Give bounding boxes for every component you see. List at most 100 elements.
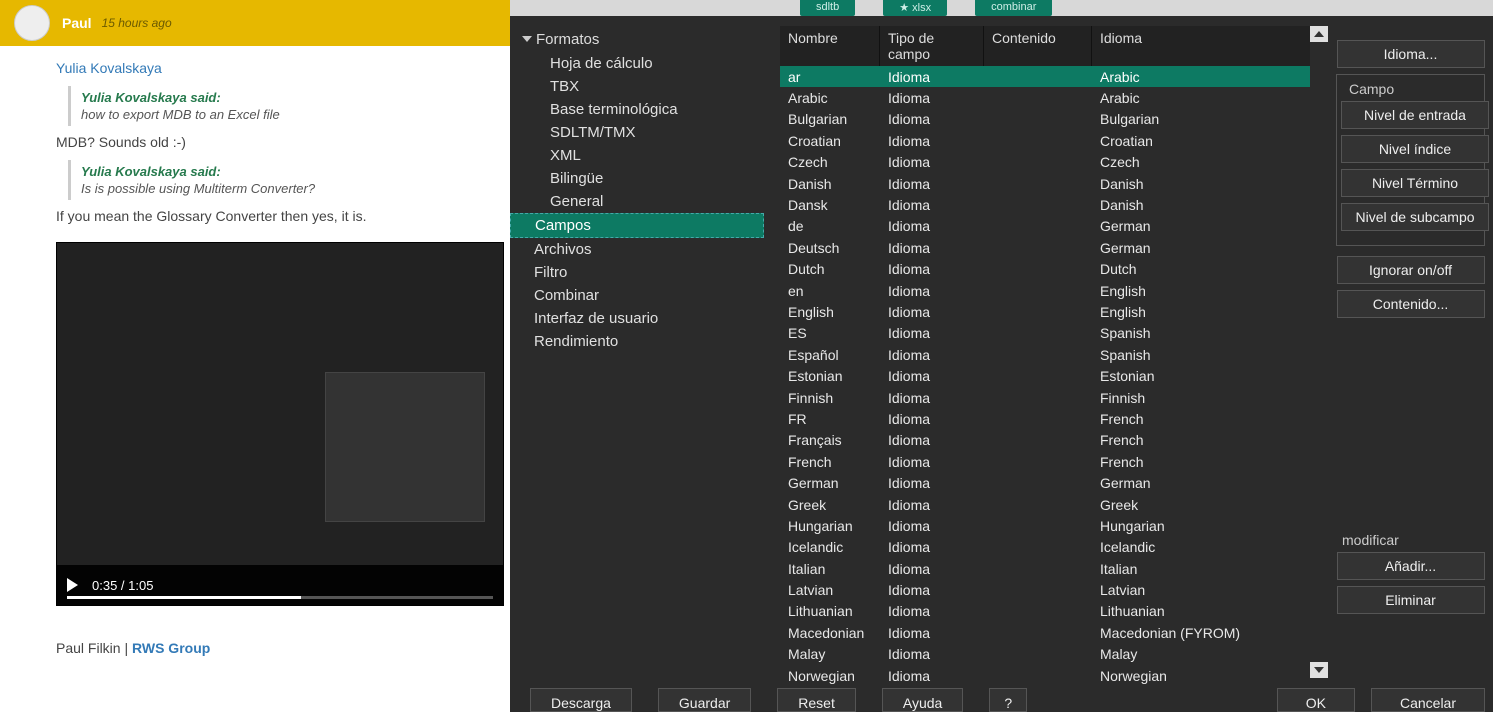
sidebar-item[interactable]: Base terminológica [510,98,764,121]
table-row[interactable]: ItalianIdiomaItalian [780,558,1328,579]
vertical-scrollbar[interactable] [1310,26,1328,678]
nivel-entrada-button[interactable]: Nivel de entrada [1341,101,1489,129]
column-header-idioma[interactable]: Idioma [1092,26,1328,66]
sidebar-item[interactable]: TBX [510,75,764,98]
help-button[interactable]: ? [989,688,1027,712]
anadir-button[interactable]: Añadir... [1337,552,1485,580]
guardar-button[interactable]: Guardar [658,688,751,712]
table-row[interactable]: LatvianIdiomaLatvian [780,579,1328,600]
table-row[interactable]: GreekIdiomaGreek [780,494,1328,515]
table-cell: German [1092,475,1328,491]
table-cell: Idioma [880,497,984,513]
table-row[interactable]: MalayIdiomaMalay [780,644,1328,665]
top-tab[interactable]: combinar [975,0,1052,16]
scroll-track[interactable] [1310,42,1328,662]
table-row[interactable]: FRIdiomaFrench [780,408,1328,429]
table-row[interactable]: enIdiomaEnglish [780,280,1328,301]
table-row[interactable]: DanskIdiomaDanish [780,194,1328,215]
table-row[interactable]: IcelandicIdiomaIcelandic [780,537,1328,558]
table-cell: Idioma [880,90,984,106]
sidebar-item[interactable]: Bilingüe [510,167,764,190]
chevron-down-icon [522,36,532,42]
signature-link[interactable]: RWS Group [132,640,210,656]
embedded-video[interactable]: 0:35 / 1:05 [56,242,504,606]
ignorar-button[interactable]: Ignorar on/off [1337,256,1485,284]
quote-attribution: Yulia Kovalskaya said: [81,164,444,179]
table-row[interactable]: BulgarianIdiomaBulgarian [780,109,1328,130]
table-cell: Idioma [880,111,984,127]
tree-root-formatos[interactable]: Formatos [510,26,764,52]
avatar[interactable] [14,5,50,41]
top-tab[interactable]: sdltb [800,0,855,16]
descarga-button[interactable]: Descarga [530,688,632,712]
table-row[interactable]: EspañolIdiomaSpanish [780,344,1328,365]
sidebar-item[interactable]: Hoja de cálculo [510,52,764,75]
column-header-contenido[interactable]: Contenido [984,26,1092,66]
sidebar-item[interactable]: Archivos [510,238,764,261]
table-row[interactable]: arIdiomaArabic [780,66,1328,87]
scroll-up-button[interactable] [1310,26,1328,42]
table-cell: Czech [1092,154,1328,170]
table-row[interactable]: deIdiomaGerman [780,216,1328,237]
table-row[interactable]: HungarianIdiomaHungarian [780,515,1328,536]
table-row[interactable]: DeutschIdiomaGerman [780,237,1328,258]
contenido-button[interactable]: Contenido... [1337,290,1485,318]
table-row[interactable]: EstonianIdiomaEstonian [780,365,1328,386]
table-cell: Italian [1092,561,1328,577]
table-cell: FR [780,411,880,427]
eliminar-button[interactable]: Eliminar [1337,586,1485,614]
column-header-nombre[interactable]: Nombre [780,26,880,66]
table-row[interactable]: DutchIdiomaDutch [780,259,1328,280]
table-row[interactable]: EnglishIdiomaEnglish [780,301,1328,322]
cancelar-button[interactable]: Cancelar [1371,688,1485,712]
quote-text: how to export MDB to an Excel file [81,107,444,122]
ok-button[interactable]: OK [1277,688,1355,712]
table-cell: Idioma [880,475,984,491]
ayuda-button[interactable]: Ayuda [882,688,963,712]
sidebar-item[interactable]: Interfaz de usuario [510,307,764,330]
sidebar-item[interactable]: General [510,190,764,213]
sidebar-item[interactable]: Filtro [510,261,764,284]
play-icon[interactable] [67,578,78,592]
table-row[interactable]: GermanIdiomaGerman [780,472,1328,493]
video-progress[interactable] [67,596,493,599]
post-author[interactable]: Paul [62,15,92,31]
table-row[interactable]: CzechIdiomaCzech [780,152,1328,173]
table-cell: French [1092,411,1328,427]
scroll-down-button[interactable] [1310,662,1328,678]
nivel-subcampo-button[interactable]: Nivel de subcampo [1341,203,1489,231]
table-cell: Dutch [1092,261,1328,277]
reset-button[interactable]: Reset [777,688,856,712]
signature: Paul Filkin | RWS Group [0,626,510,670]
table-row[interactable]: ESIdiomaSpanish [780,323,1328,344]
campo-fieldset: Campo Nivel de entrada Nivel índice Nive… [1336,74,1485,246]
table-row[interactable]: LithuanianIdiomaLithuanian [780,601,1328,622]
sidebar-item[interactable]: SDLTM/TMX [510,121,764,144]
table-cell: Italian [780,561,880,577]
mention-link[interactable]: Yulia Kovalskaya [56,60,454,76]
video-frame[interactable] [57,243,503,565]
table-cell: Arabic [1092,69,1328,85]
table-cell: French [780,454,880,470]
table-row[interactable]: FrenchIdiomaFrench [780,451,1328,472]
table-row[interactable]: ArabicIdiomaArabic [780,87,1328,108]
table-cell: Idioma [880,518,984,534]
top-tabs: sdltb ★ xlsx combinar [800,0,1052,16]
nivel-indice-button[interactable]: Nivel índice [1341,135,1489,163]
sidebar-item[interactable]: Campos [510,213,764,238]
sidebar-item[interactable]: XML [510,144,764,167]
table-row[interactable]: FrançaisIdiomaFrench [780,430,1328,451]
post-timestamp: 15 hours ago [102,16,172,30]
nivel-termino-button[interactable]: Nivel Término [1341,169,1489,197]
table-row[interactable]: CroatianIdiomaCroatian [780,130,1328,151]
sidebar-item[interactable]: Combinar [510,284,764,307]
sidebar-item[interactable]: Rendimiento [510,330,764,353]
table-cell: Deutsch [780,240,880,256]
table-row[interactable]: DanishIdiomaDanish [780,173,1328,194]
table-row[interactable]: FinnishIdiomaFinnish [780,387,1328,408]
idioma-button[interactable]: Idioma... [1337,40,1485,68]
column-header-tipo[interactable]: Tipo de campo [880,26,984,66]
top-tab[interactable]: ★ xlsx [883,0,947,16]
table-cell: ar [780,69,880,85]
table-row[interactable]: MacedonianIdiomaMacedonian (FYROM) [780,622,1328,643]
